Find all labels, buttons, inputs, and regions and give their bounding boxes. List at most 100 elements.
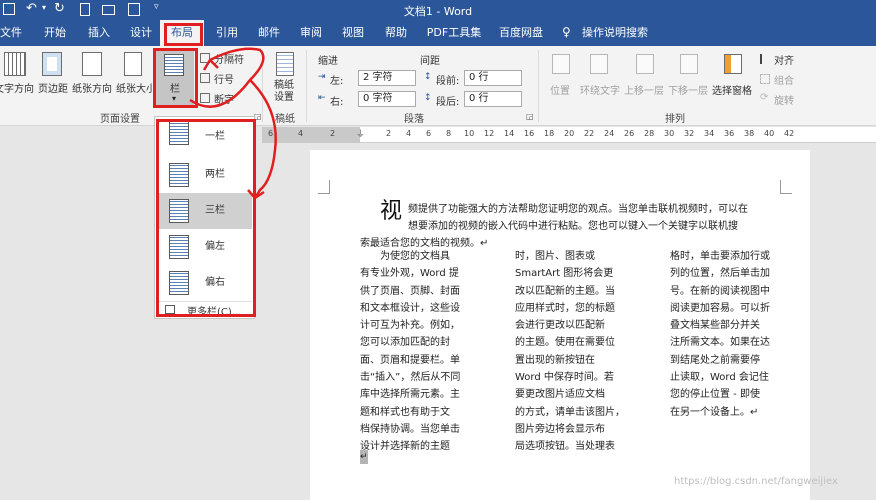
tab-pdf-tools[interactable]: PDF工具集	[424, 20, 484, 46]
text-direction-button[interactable]: 文字方向	[0, 50, 34, 106]
tab-insert[interactable]: 插入	[82, 20, 116, 46]
bring-forward-label: 上移一层	[624, 86, 664, 97]
indent-header: 缩进	[318, 56, 338, 67]
tab-help[interactable]: 帮助	[379, 20, 413, 46]
ruler-number: 18	[544, 129, 555, 138]
drop-cap: 视	[380, 199, 403, 224]
text-column-1: 为使您的文档具 有专业外观，Word 提 供了页眉、页脚、封面 和文本框设计，这…	[360, 251, 461, 453]
margins-button[interactable]: 页边距	[36, 50, 70, 106]
ruler-number: 42	[784, 129, 795, 138]
chevron-down-icon: ▾	[172, 94, 177, 103]
indent-marker-icon[interactable]: ⏚	[356, 127, 365, 140]
rotate-label: 旋转	[774, 96, 794, 107]
selection-pane-label: 选择窗格	[712, 86, 752, 97]
ruler-number: 14	[504, 129, 515, 138]
wrap-text-label: 环绕文字	[580, 86, 620, 97]
ruler-number: 38	[744, 129, 755, 138]
paragraph-launcher-icon[interactable]: ◲	[526, 112, 534, 121]
orientation-button[interactable]: 纸张方向	[72, 50, 114, 106]
page-setup-group-label: 页面设置	[100, 114, 140, 125]
spacing-after-label: 段后:	[436, 97, 460, 108]
group-label: 组合	[774, 76, 794, 87]
group-icon	[760, 74, 770, 84]
ruler-number: 28	[644, 129, 655, 138]
ruler-number: 6	[426, 129, 432, 138]
ruler-number: 10	[464, 129, 475, 138]
group-button: 组合	[760, 72, 820, 88]
spacing-before-input[interactable]: 0 行	[464, 70, 522, 86]
intro-line-2: 想要添加的视频的嵌入代码中进行粘贴。您也可以键入一个关键字以联机搜	[408, 221, 738, 232]
arrange-group-label: 排列	[665, 114, 685, 125]
tab-view[interactable]: 视图	[336, 20, 370, 46]
text-column-2: 时，图片、图表或 SmartArt 图形将会更 改以匹配新的主题。当 应用样式时…	[515, 251, 625, 453]
document-page[interactable]: 视 频提供了功能强大的方法帮助您证明您的观点。当您单击联机视频时，可以在 想要添…	[310, 150, 810, 500]
position-icon	[552, 54, 570, 74]
indent-right-icon: ⇤	[318, 93, 326, 103]
tab-baidu-netdisk[interactable]: 百度网盘	[494, 20, 548, 46]
arrow-stroke	[247, 189, 265, 200]
indent-left-icon: ⇥	[318, 72, 326, 82]
ruler-number: 22	[584, 129, 595, 138]
tell-me-search[interactable]: 操作说明搜索	[582, 20, 658, 46]
align-label: 对齐	[774, 56, 794, 67]
page-corner-mark	[780, 180, 792, 194]
indent-left-input[interactable]: 2 字符	[358, 70, 416, 86]
bring-forward-icon	[636, 54, 654, 74]
ruler-number: 8	[446, 129, 452, 138]
lightbulb-icon: ♀	[562, 25, 571, 39]
ruler-number: 2	[386, 129, 392, 138]
spacing-before-icon: ↕	[424, 72, 432, 82]
horizontal-ruler[interactable]: 6 4 2 ⏚ 2 4 6 8 10 12 14 16 18 20 22 24 …	[262, 127, 876, 143]
watermark-text: https://blog.csdn.net/fangweijiex	[674, 476, 838, 487]
ruler-number: 2	[330, 129, 336, 138]
paragraph-group-label: 段落	[404, 114, 424, 125]
align-button[interactable]: 对齐	[760, 52, 820, 68]
left-column-icon	[169, 235, 189, 259]
position-button: 位置	[546, 50, 576, 106]
text-column-3: 格时，单击要添加行或 列的位置，然后单击加 号。在新的阅读视图中 阅读更加容易。…	[670, 251, 770, 418]
orientation-label: 纸张方向	[72, 84, 112, 95]
ruler-number: 24	[604, 129, 615, 138]
send-backward-label: 下移一层	[668, 86, 708, 97]
send-backward-icon	[680, 54, 698, 74]
tab-home[interactable]: 开始	[38, 20, 72, 46]
arrow-stroke	[202, 59, 219, 71]
position-label: 位置	[550, 86, 570, 97]
paragraph-mark-icon: ↵	[360, 450, 368, 464]
indent-right-input[interactable]: 0 字符	[358, 91, 416, 107]
right-column-icon	[169, 271, 189, 295]
title-bar: ↶ ▾ ↻ ▿ 文档1 - Word	[0, 0, 876, 20]
ribbon-layout: 文字方向 页边距 纸张方向 纸张大小 栏 ▾ 分隔符 行号 断字 页面设置 ◲ …	[0, 46, 876, 126]
window-title: 文档1 - Word	[403, 5, 473, 18]
annotation-arrows	[189, 47, 277, 200]
align-icon	[760, 54, 770, 64]
selection-pane-button[interactable]: 选择窗格	[712, 50, 756, 106]
columns-option-label: 偏右	[205, 277, 225, 288]
page-corner-mark	[318, 180, 330, 194]
margins-icon	[42, 52, 62, 76]
columns-option-label: 偏左	[205, 241, 225, 252]
size-label: 纸张大小	[116, 84, 156, 95]
tab-file[interactable]: 文件	[0, 20, 22, 46]
spacing-before-label: 段前:	[436, 76, 460, 87]
text-direction-label: 文字方向	[0, 84, 34, 95]
size-button[interactable]: 纸张大小	[116, 50, 156, 106]
more-columns-item[interactable]: 更多栏(C)...	[157, 301, 252, 318]
columns-option-right[interactable]: 偏右	[157, 265, 252, 301]
ruler-number: 36	[724, 129, 735, 138]
columns-label: 栏	[170, 84, 180, 95]
ruler-number: 4	[406, 129, 412, 138]
text-direction-icon	[4, 52, 26, 76]
spacing-after-input[interactable]: 0 行	[464, 91, 522, 107]
wrap-text-button: 环绕文字	[578, 50, 622, 106]
columns-option-left[interactable]: 偏左	[157, 229, 252, 265]
arrow-stroke	[249, 79, 277, 199]
ruler-number: 30	[664, 129, 675, 138]
ruler-number: 32	[684, 129, 695, 138]
ruler-number: 16	[524, 129, 535, 138]
indent-left-label: 左:	[330, 76, 344, 87]
bring-forward-button: 上移一层	[624, 50, 668, 106]
more-columns-icon	[165, 305, 175, 314]
tab-design[interactable]: 设计	[124, 20, 158, 46]
ribbon-tabs: 文件 开始 插入 设计 布局 引用 邮件 审阅 视图 帮助 PDF工具集 百度网…	[0, 20, 876, 46]
